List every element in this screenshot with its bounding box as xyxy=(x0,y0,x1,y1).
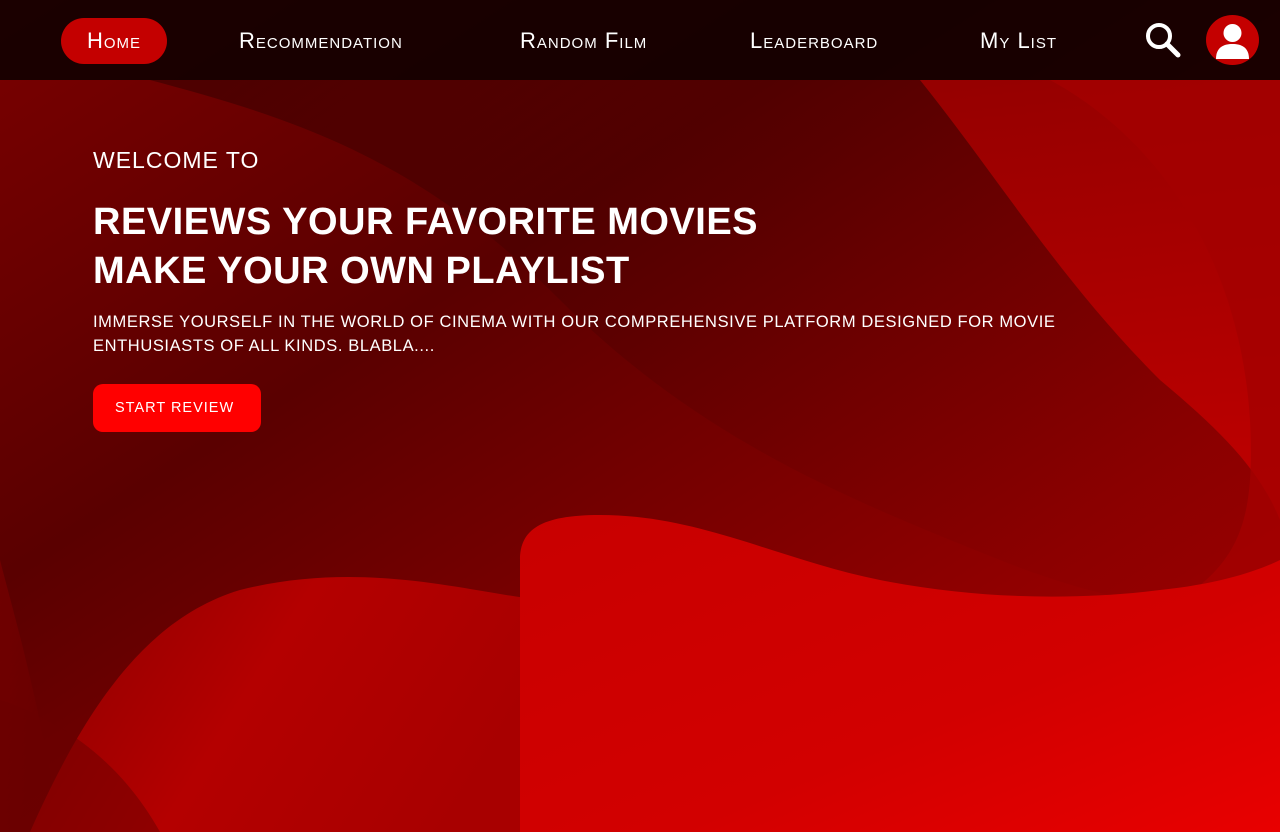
nav-leaderboard[interactable]: Leaderboard xyxy=(750,18,878,64)
nav-random-film[interactable]: Random Film xyxy=(520,18,647,64)
user-icon xyxy=(1216,24,1249,59)
hero-description: IMMERSE YOURSELF IN THE WORLD OF CINEMA … xyxy=(93,313,1056,355)
nav-my-list[interactable]: My List xyxy=(980,18,1057,64)
top-navbar: Home Recommendation Random Film Leaderbo… xyxy=(0,0,1280,80)
nav-home[interactable]: Home xyxy=(61,18,168,64)
welcome-text: WELCOME TO xyxy=(93,147,260,173)
search-icon[interactable] xyxy=(1141,19,1185,63)
nav-recommendation[interactable]: Recommendation xyxy=(239,18,403,64)
headline-line-1: REVIEWS YOUR FAVORITE MOVIES xyxy=(93,201,759,243)
headline-line-2: MAKE YOUR OWN PLAYLIST xyxy=(93,250,630,292)
hero-headline: REVIEWS YOUR FAVORITE MOVIES MAKE YOUR O… xyxy=(93,198,1093,296)
hero-section: WELCOME TO REVIEWS YOUR FAVORITE MOVIES … xyxy=(93,140,1093,432)
user-avatar[interactable] xyxy=(1206,15,1259,65)
start-review-button[interactable]: START REVIEW xyxy=(93,384,262,432)
